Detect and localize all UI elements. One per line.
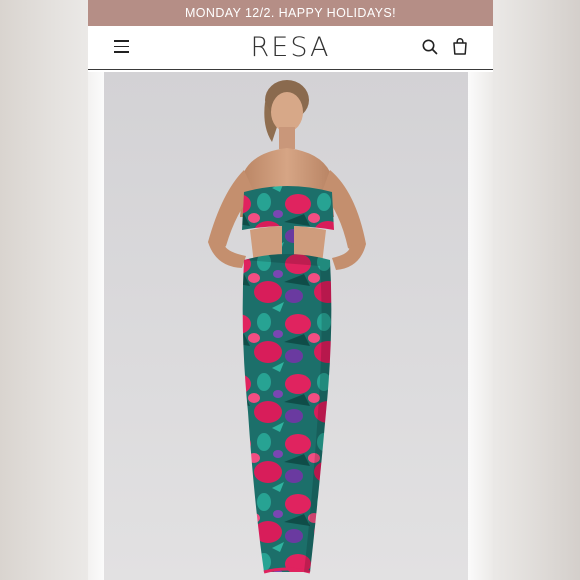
product-image[interactable]: [104, 72, 468, 580]
shopping-bag-icon[interactable]: [451, 37, 469, 56]
image-frame-right: [468, 72, 493, 580]
backdrop-left: [0, 0, 88, 580]
phone-screen: MONDAY 12/2. HAPPY HOLIDAYS! RESA: [88, 0, 493, 580]
model-illustration: [208, 80, 366, 574]
announcement-bar: MONDAY 12/2. HAPPY HOLIDAYS!: [88, 0, 493, 26]
image-frame-left: [88, 72, 104, 580]
announcement-text: MONDAY 12/2. HAPPY HOLIDAYS!: [184, 6, 397, 20]
site-header: RESA: [88, 26, 493, 70]
backdrop-right: [492, 0, 580, 580]
search-icon[interactable]: [421, 38, 439, 56]
